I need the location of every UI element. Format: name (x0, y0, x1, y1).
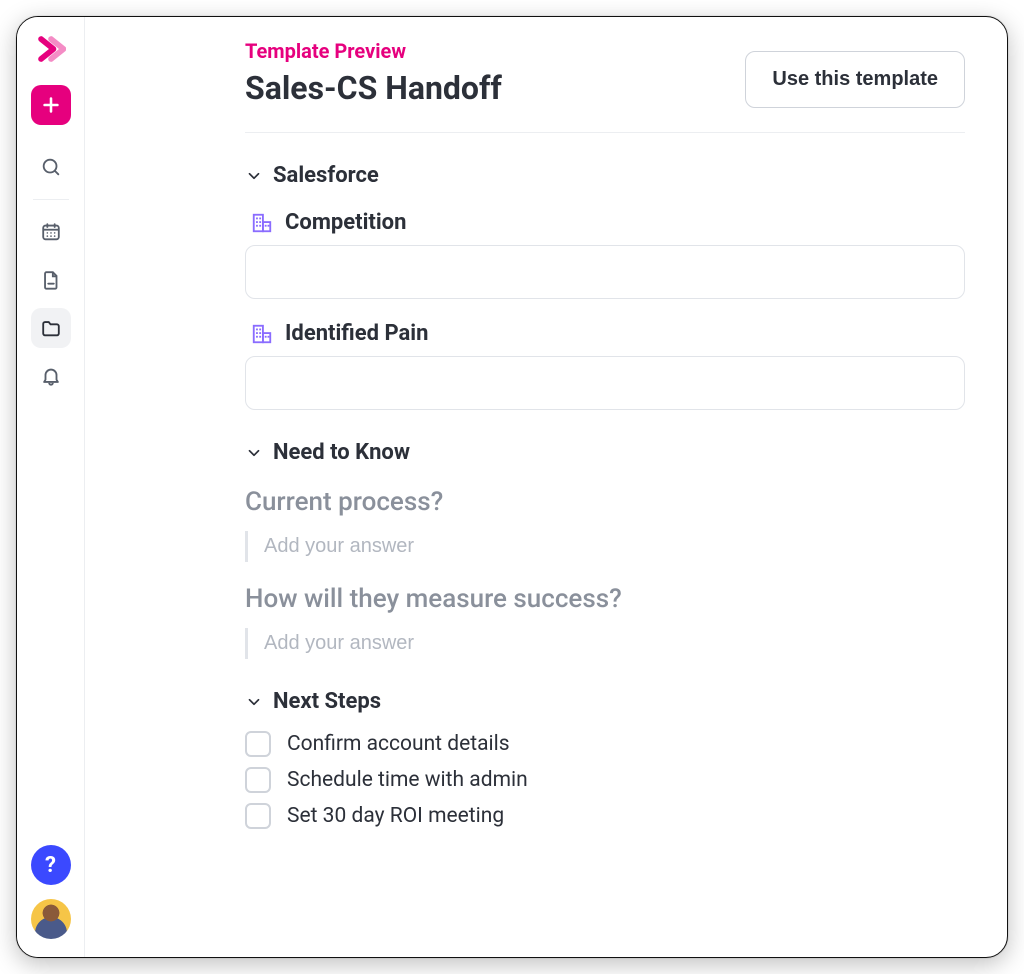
page-title: Sales-CS Handoff (245, 69, 502, 107)
section-toggle-salesforce[interactable]: Salesforce (245, 163, 965, 188)
calendar-icon (40, 221, 62, 243)
chevron-down-icon (245, 444, 263, 462)
question-prompt: Current process? (245, 487, 965, 517)
avatar[interactable] (31, 899, 71, 939)
checklist-label: Set 30 day ROI meeting (287, 804, 504, 828)
section-need-to-know: Need to Know Current process? How will t… (245, 440, 965, 659)
eyebrow: Template Preview (245, 39, 502, 63)
chevron-down-icon (245, 167, 263, 185)
field-label: Identified Pain (285, 321, 428, 346)
document-icon (40, 269, 62, 291)
notifications-button[interactable] (31, 356, 71, 396)
identified-pain-input[interactable] (245, 356, 965, 410)
measure-success-input[interactable] (245, 628, 965, 659)
building-icon (251, 212, 273, 234)
checklist-label: Schedule time with admin (287, 768, 528, 792)
checklist-item: Set 30 day ROI meeting (245, 798, 965, 834)
checkbox-schedule-admin[interactable] (245, 767, 271, 793)
checkbox-confirm-account[interactable] (245, 731, 271, 757)
calendar-button[interactable] (31, 212, 71, 252)
field-identified-pain: Identified Pain (245, 321, 965, 410)
use-template-button[interactable]: Use this template (745, 51, 965, 108)
section-title: Next Steps (273, 689, 381, 714)
header: Template Preview Sales-CS Handoff Use th… (245, 39, 965, 133)
folder-icon (40, 317, 62, 339)
section-toggle-next-steps[interactable]: Next Steps (245, 689, 965, 714)
app-logo-icon (33, 31, 69, 67)
main-content: Template Preview Sales-CS Handoff Use th… (85, 17, 1007, 957)
building-icon (251, 323, 273, 345)
question-prompt: How will they measure success? (245, 584, 965, 614)
add-button[interactable] (31, 85, 71, 125)
search-icon (40, 156, 62, 178)
checklist-item: Schedule time with admin (245, 762, 965, 798)
question-measure-success: How will they measure success? (245, 584, 965, 659)
document-button[interactable] (31, 260, 71, 300)
section-title: Salesforce (273, 163, 379, 188)
section-title: Need to Know (273, 440, 410, 465)
app-frame: ? Template Preview Sales-CS Handoff Use … (16, 16, 1008, 958)
checklist-item: Confirm account details (245, 726, 965, 762)
sidebar: ? (17, 17, 85, 957)
section-next-steps: Next Steps Confirm account details Sched… (245, 689, 965, 834)
search-button[interactable] (31, 147, 71, 187)
competition-input[interactable] (245, 245, 965, 299)
question-current-process: Current process? (245, 487, 965, 562)
chevron-down-icon (245, 693, 263, 711)
section-toggle-need-to-know[interactable]: Need to Know (245, 440, 965, 465)
section-salesforce: Salesforce Competition (245, 163, 965, 410)
checklist-label: Confirm account details (287, 732, 510, 756)
field-label: Competition (285, 210, 406, 235)
plus-icon (40, 94, 62, 116)
field-competition: Competition (245, 210, 965, 299)
current-process-input[interactable] (245, 531, 965, 562)
help-label: ? (45, 853, 56, 878)
bell-icon (40, 365, 62, 387)
folder-button[interactable] (31, 308, 71, 348)
sidebar-divider (33, 199, 69, 200)
help-button[interactable]: ? (31, 845, 71, 885)
checkbox-roi-meeting[interactable] (245, 803, 271, 829)
